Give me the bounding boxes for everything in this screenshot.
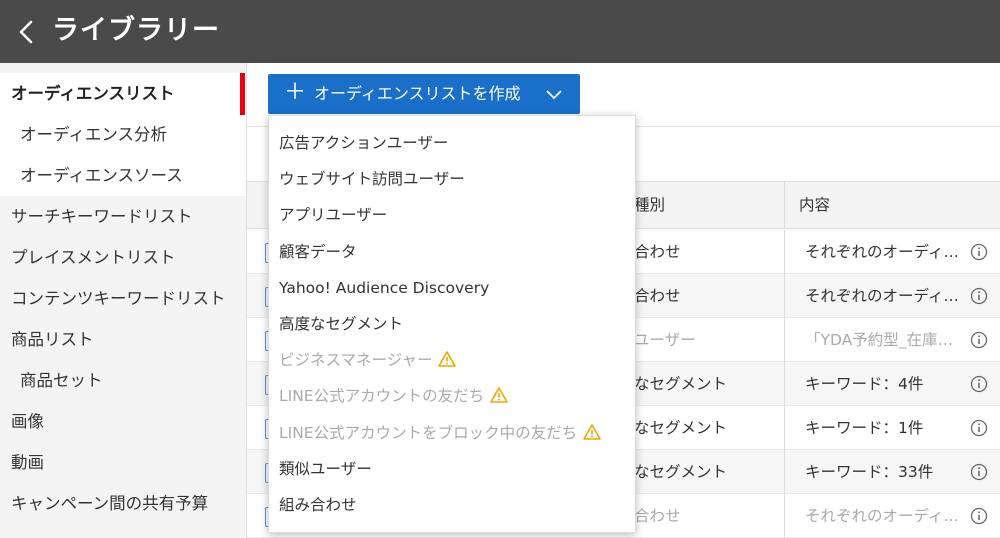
dropdown-item: LINE公式アカウントをブロック中の友だち xyxy=(279,415,601,451)
dropdown-item-label: 広告アクションユーザー xyxy=(279,134,449,152)
column-separator xyxy=(784,494,785,538)
sidebar-item-search-keyword-list[interactable]: サーチキーワードリスト xyxy=(0,196,247,237)
cell-content: それぞれのオーディ… xyxy=(805,243,959,261)
warning-icon xyxy=(583,423,601,440)
sidebar-item-images[interactable]: 画像 xyxy=(0,401,247,442)
column-separator xyxy=(784,274,785,318)
dropdown-item-label: 顧客データ xyxy=(279,242,357,261)
dropdown-item-label: ウェブサイト訪問ユーザー xyxy=(279,170,465,189)
cell-content: キーワード：33件 xyxy=(805,463,934,481)
sidebar-item-audience-analysis[interactable]: オーディエンス分析 xyxy=(0,114,247,155)
info-icon[interactable] xyxy=(970,243,988,261)
dropdown-item-label: アプリユーザー xyxy=(279,206,388,225)
sidebar-item-shared-budget[interactable]: キャンペーン間の共有予算 xyxy=(0,483,247,524)
dropdown-item[interactable]: 広告アクションユーザー xyxy=(279,125,448,161)
column-separator xyxy=(784,182,785,228)
dropdown-item-label: ビジネスマネージャー xyxy=(279,351,433,370)
cell-content: 「YDA予約型_在庫… xyxy=(805,331,953,349)
sidebar-item-placement-list[interactable]: プレイスメントリスト xyxy=(0,237,247,278)
dropdown-item-label: 類似ユーザー xyxy=(279,459,372,478)
column-separator xyxy=(784,362,785,406)
column-header-content[interactable]: 内容 xyxy=(799,182,830,228)
sidebar-item-product-list[interactable]: 商品リスト xyxy=(0,319,247,360)
cell-type: なセグメント xyxy=(634,419,728,437)
sidebar-item-product-set[interactable]: 商品セット xyxy=(0,360,247,401)
cell-content: それぞれのオーディ… xyxy=(805,287,959,305)
sidebar-item-videos[interactable]: 動画 xyxy=(0,442,247,483)
app-header: ライブラリー xyxy=(0,0,1000,63)
dropdown-item[interactable]: 類似ユーザー xyxy=(279,451,372,487)
active-indicator xyxy=(240,73,245,115)
dropdown-item-label: LINE公式アカウントをブロック中の友だち xyxy=(279,423,578,442)
dropdown-item-label: 高度なセグメント xyxy=(279,315,404,333)
info-icon[interactable] xyxy=(970,375,988,393)
dropdown-item-label: LINE公式アカウントの友だち xyxy=(279,387,485,406)
column-separator xyxy=(784,230,785,274)
dropdown-item[interactable]: ウェブサイト訪問ユーザー xyxy=(279,161,465,197)
cell-type: なセグメント xyxy=(634,375,728,393)
cell-type: 合わせ xyxy=(634,287,681,305)
sidebar-item-audience-list[interactable]: オーディエンスリスト xyxy=(0,73,247,114)
sidebar: オーディエンスリスト オーディエンス分析 オーディエンスソース サーチキーワード… xyxy=(0,63,247,538)
cell-type: なセグメント xyxy=(634,463,728,481)
warning-icon xyxy=(490,387,508,404)
dropdown-item[interactable]: 高度なセグメント xyxy=(279,306,403,342)
dropdown-item[interactable]: アプリユーザー xyxy=(279,197,387,233)
dropdown-item[interactable]: Yahoo! Audience Discovery xyxy=(279,270,489,306)
create-button-label: オーディエンスリストを作成 xyxy=(314,84,521,103)
cell-type: 合わせ xyxy=(634,243,681,261)
dropdown-item[interactable]: 組み合わせ xyxy=(279,487,357,523)
info-icon[interactable] xyxy=(970,463,988,481)
cell-type: ユーザー xyxy=(634,331,696,349)
back-arrow-icon[interactable] xyxy=(13,17,41,47)
info-icon[interactable] xyxy=(970,287,988,305)
sidebar-item-content-keyword-list[interactable]: コンテンツキーワードリスト xyxy=(0,278,247,319)
create-audience-dropdown-menu: 広告アクションユーザー ウェブサイト訪問ユーザー アプリユーザー 顧客データ Yahoo… xyxy=(268,115,636,533)
sidebar-item-audience-source[interactable]: オーディエンスソース xyxy=(0,155,247,196)
column-separator xyxy=(784,318,785,362)
plus-icon: ＋ xyxy=(284,80,307,105)
dropdown-item: ビジネスマネージャー xyxy=(279,342,457,378)
cell-type: 合わせ xyxy=(634,507,681,525)
dropdown-item-label: 組み合わせ xyxy=(279,496,357,514)
warning-icon xyxy=(438,351,457,367)
dropdown-item[interactable]: 顧客データ xyxy=(279,234,357,270)
create-audience-list-button[interactable]: ＋ オーディエンスリストを作成 xyxy=(268,74,580,114)
cell-content: それぞれのオーディ… xyxy=(805,507,959,525)
cell-content: キーワード：1件 xyxy=(805,419,924,437)
column-separator xyxy=(784,450,785,494)
dropdown-item: LINE公式アカウントの友だち xyxy=(279,378,508,414)
chevron-down-icon xyxy=(546,90,562,100)
info-icon[interactable] xyxy=(970,507,988,525)
cell-content: キーワード：4件 xyxy=(805,375,924,393)
column-header-type[interactable]: 種別 xyxy=(634,182,665,228)
info-icon[interactable] xyxy=(970,331,988,349)
dropdown-item-label: Yahoo! Audience Discovery xyxy=(279,278,490,297)
page-title: ライブラリー xyxy=(52,15,220,46)
info-icon[interactable] xyxy=(970,419,988,437)
column-separator xyxy=(784,406,785,450)
